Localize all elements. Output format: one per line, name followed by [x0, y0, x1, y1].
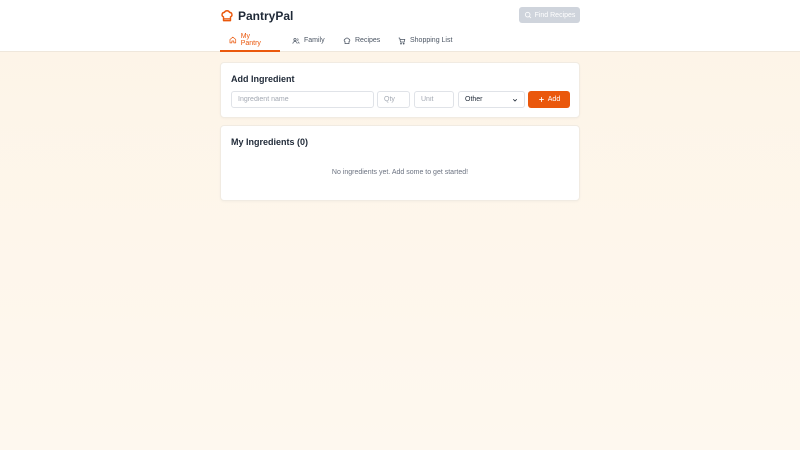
plus-icon	[538, 97, 544, 102]
home-icon	[229, 36, 237, 44]
search-icon	[524, 11, 531, 19]
my-ingredients-title: My Ingredients (0)	[231, 137, 309, 147]
tab-label: Shopping List	[410, 37, 453, 44]
tab-my-pantry[interactable]: My Pantry	[220, 30, 280, 52]
tab-family[interactable]: Family	[283, 30, 334, 51]
cart-icon	[398, 37, 406, 45]
category-selected-value: Other	[465, 96, 483, 103]
users-icon	[292, 37, 300, 44]
my-ingredients-card: My Ingredients (0) No ingredients yet. A…	[220, 125, 580, 201]
unit-input[interactable]	[414, 91, 454, 108]
app-name: PantryPal	[238, 9, 294, 23]
app-header: PantryPal Find Recipes	[0, 0, 800, 30]
tab-shopping-list[interactable]: Shopping List	[389, 30, 461, 51]
tab-label: My Pantry	[240, 33, 261, 47]
tab-label: Recipes	[355, 37, 381, 44]
chevron-down-icon	[512, 98, 518, 102]
main-nav: My Pantry Family Recipes Shopping List	[0, 30, 800, 52]
add-ingredient-card: Add Ingredient Other Add	[220, 62, 580, 118]
app-logo[interactable]: PantryPal	[220, 7, 293, 25]
empty-state-message: No ingredients yet. Add some to get star…	[331, 169, 469, 176]
add-button-label: Add	[547, 96, 561, 103]
tab-label: Family	[304, 37, 325, 44]
find-recipes-label: Find Recipes	[534, 11, 576, 19]
add-ingredient-button[interactable]: Add	[528, 91, 570, 108]
ingredient-name-input[interactable]	[231, 91, 374, 108]
chef-hat-icon	[343, 37, 351, 44]
find-recipes-button[interactable]: Find Recipes	[519, 7, 580, 23]
category-select[interactable]: Other	[458, 91, 525, 108]
chef-hat-icon	[221, 10, 233, 22]
quantity-input[interactable]	[377, 91, 410, 108]
add-ingredient-title: Add Ingredient	[231, 74, 295, 84]
tab-recipes[interactable]: Recipes	[334, 30, 389, 51]
